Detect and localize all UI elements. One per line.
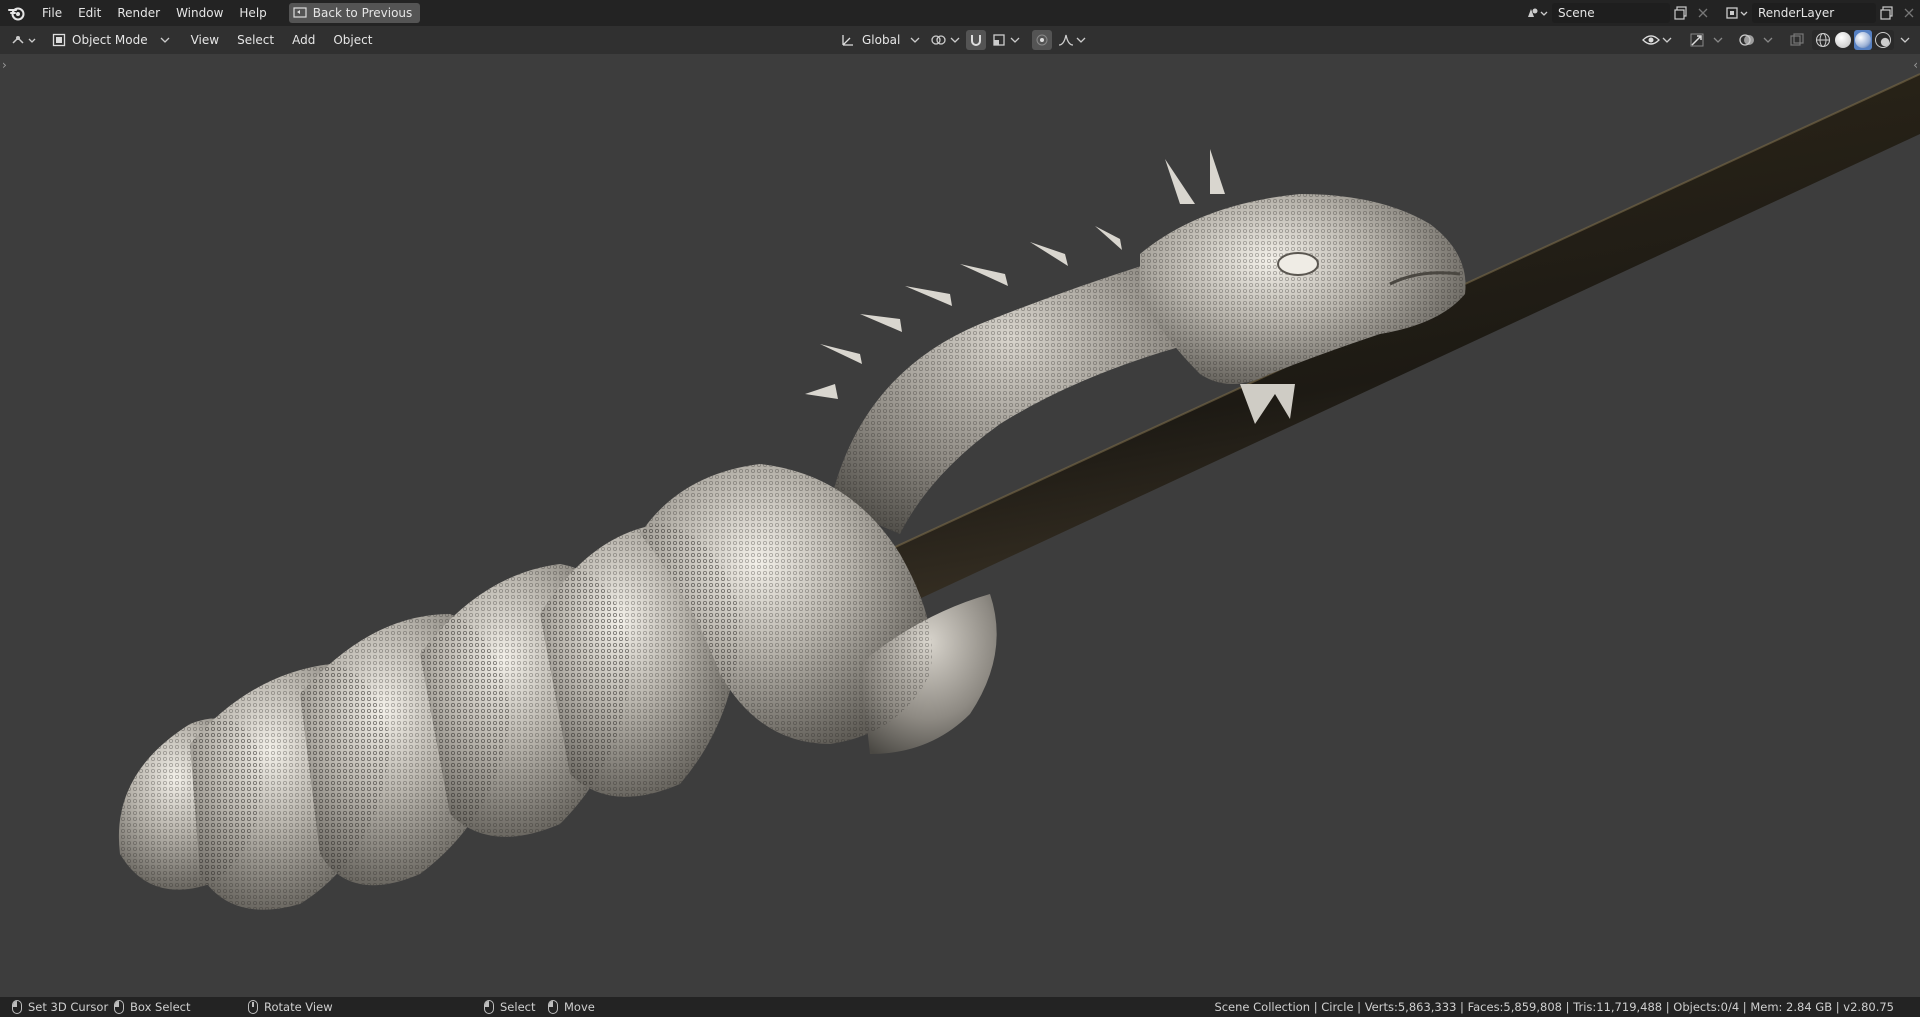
chevron-down-icon bbox=[1763, 37, 1773, 43]
chevron-down-icon bbox=[1662, 37, 1672, 43]
scene-name-field[interactable]: Scene bbox=[1552, 3, 1670, 23]
chevron-down-icon bbox=[950, 37, 960, 43]
header-menu-object[interactable]: Object bbox=[324, 30, 381, 50]
proportional-edit-icon bbox=[1036, 34, 1048, 46]
screen-back-icon bbox=[293, 7, 307, 18]
top-bar: File Edit Render Window Help Back to Pre… bbox=[0, 0, 1920, 26]
status-label: Select bbox=[500, 1000, 536, 1014]
editor-type-icon[interactable] bbox=[8, 30, 42, 50]
eye-icon bbox=[1642, 35, 1660, 45]
back-to-previous-button[interactable]: Back to Previous bbox=[288, 3, 421, 23]
chevron-down-icon bbox=[1076, 37, 1086, 43]
scene-selector: Scene bbox=[1522, 3, 1714, 23]
scene-browse-icon[interactable] bbox=[1522, 3, 1552, 23]
pivot-point-icon bbox=[931, 35, 946, 45]
menu-file[interactable]: File bbox=[34, 3, 70, 23]
rendered-shading-icon[interactable] bbox=[1874, 30, 1892, 50]
object-mode-label: Object Mode bbox=[72, 33, 148, 47]
status-box-select: Box Select bbox=[114, 997, 191, 1017]
chevron-down-icon bbox=[1713, 37, 1723, 43]
scene-new-icon[interactable] bbox=[1670, 3, 1692, 23]
blender-logo-icon[interactable] bbox=[0, 0, 34, 26]
status-label: Set 3D Cursor bbox=[28, 1000, 109, 1014]
visibility-dropdown[interactable] bbox=[1642, 30, 1672, 50]
mouse-drag-icon bbox=[548, 1000, 558, 1014]
status-label: Move bbox=[564, 1000, 595, 1014]
mouse-left-icon bbox=[12, 1000, 22, 1014]
mouse-drag-icon bbox=[114, 1000, 124, 1014]
3d-viewport[interactable]: › ‹ bbox=[0, 54, 1920, 997]
overlays-toggle[interactable] bbox=[1736, 30, 1758, 50]
status-rotate-view: Rotate View bbox=[248, 997, 333, 1017]
render-layer-selector: RenderLayer bbox=[1722, 3, 1920, 23]
orientation-label: Global bbox=[862, 33, 901, 47]
chevron-down-icon bbox=[910, 37, 920, 43]
menu-window[interactable]: Window bbox=[168, 3, 231, 23]
transform-tools: Global bbox=[836, 30, 1086, 50]
solid-shading-icon[interactable] bbox=[1834, 30, 1852, 50]
xray-toggle[interactable] bbox=[1786, 30, 1808, 50]
mouse-left-icon bbox=[484, 1000, 494, 1014]
status-label: Box Select bbox=[130, 1000, 191, 1014]
menu-edit[interactable]: Edit bbox=[70, 3, 109, 23]
overlays-dropdown[interactable] bbox=[1762, 30, 1774, 50]
viewport-header: Object Mode View Select Add Object Globa… bbox=[0, 26, 1920, 54]
snap-target-dropdown[interactable] bbox=[992, 30, 1020, 50]
menu-help[interactable]: Help bbox=[231, 3, 274, 23]
material-preview-shading-icon[interactable] bbox=[1854, 30, 1872, 50]
viewport-shading-tools bbox=[1642, 30, 1912, 50]
falloff-curve-icon bbox=[1059, 34, 1074, 46]
shading-mode-group bbox=[1812, 30, 1894, 50]
chevron-down-icon bbox=[1010, 37, 1020, 43]
render-layer-close-icon[interactable] bbox=[1898, 3, 1920, 23]
back-to-previous-label: Back to Previous bbox=[312, 6, 413, 20]
render-layer-new-icon[interactable] bbox=[1876, 3, 1898, 23]
status-move: Move bbox=[548, 997, 595, 1017]
mouse-middle-icon bbox=[248, 1000, 258, 1014]
orientation-dropdown[interactable]: Global bbox=[836, 30, 924, 50]
menu-render[interactable]: Render bbox=[109, 3, 168, 23]
magnet-icon bbox=[971, 35, 982, 46]
status-set-3d-cursor: Set 3D Cursor bbox=[12, 997, 108, 1017]
status-bar: Set 3D Cursor Box Select Rotate View Sel… bbox=[0, 997, 1920, 1017]
header-menu-select[interactable]: Select bbox=[228, 30, 283, 50]
gizmo-icon bbox=[1690, 33, 1704, 47]
object-mode-icon bbox=[52, 33, 66, 47]
shading-options-dropdown[interactable] bbox=[1898, 30, 1912, 50]
gizmo-toggle[interactable] bbox=[1686, 30, 1708, 50]
falloff-dropdown[interactable] bbox=[1058, 30, 1086, 50]
wireframe-shading-icon[interactable] bbox=[1814, 30, 1832, 50]
scene-close-icon[interactable] bbox=[1692, 3, 1714, 23]
status-label: Rotate View bbox=[264, 1000, 333, 1014]
render-layer-name-field[interactable]: RenderLayer bbox=[1752, 3, 1876, 23]
object-mode-dropdown[interactable]: Object Mode bbox=[46, 30, 176, 50]
dragon-staff-sculpt bbox=[118, 73, 1920, 910]
snap-increment-icon bbox=[993, 34, 1005, 46]
chevron-down-icon bbox=[1900, 37, 1910, 43]
xray-icon bbox=[1790, 33, 1804, 46]
orientation-axes-icon bbox=[842, 35, 853, 46]
header-menu-view[interactable]: View bbox=[182, 30, 228, 50]
header-menu-add[interactable]: Add bbox=[283, 30, 324, 50]
pivot-point-dropdown[interactable] bbox=[930, 30, 960, 50]
chevron-down-icon bbox=[160, 37, 170, 43]
overlays-icon bbox=[1739, 34, 1754, 46]
scene-statistics: Scene Collection | Circle | Verts:5,863,… bbox=[1214, 1000, 1894, 1014]
gizmo-dropdown[interactable] bbox=[1712, 30, 1724, 50]
proportional-editing-toggle[interactable] bbox=[1032, 30, 1053, 50]
snap-toggle[interactable] bbox=[966, 30, 987, 50]
render-layer-browse-icon[interactable] bbox=[1722, 3, 1752, 23]
status-select: Select bbox=[484, 997, 535, 1017]
